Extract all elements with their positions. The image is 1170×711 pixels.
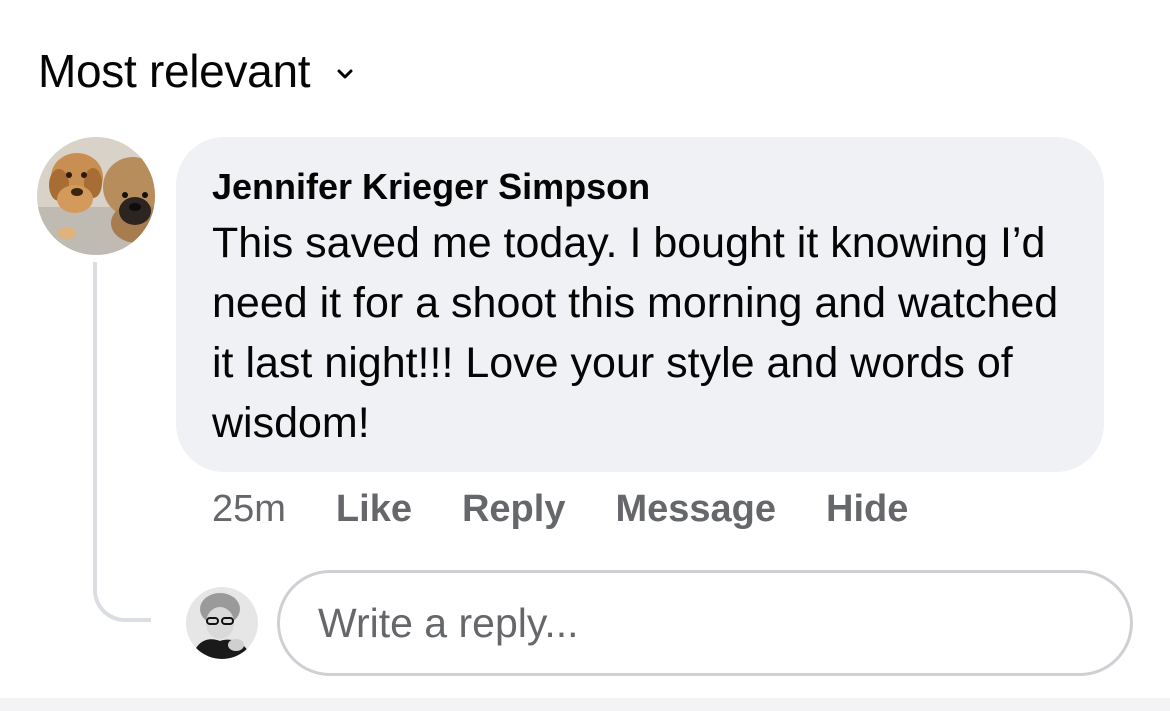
reply-input[interactable] — [316, 598, 1130, 648]
comment-author[interactable]: Jennifer Krieger Simpson — [212, 163, 650, 211]
current-user-avatar[interactable] — [186, 587, 258, 659]
comment-text: This saved me today. I bought it knowing… — [212, 219, 1059, 447]
commenter-avatar[interactable] — [37, 137, 155, 255]
bottom-divider — [0, 698, 1170, 711]
reply-button[interactable]: Reply — [462, 488, 565, 531]
like-button[interactable]: Like — [336, 488, 412, 531]
sort-label: Most relevant — [38, 45, 311, 97]
sort-dropdown[interactable]: Most relevant — [38, 44, 354, 98]
dogs-avatar-image — [37, 137, 155, 255]
thread-connector-line — [93, 262, 151, 622]
user-avatar-image — [186, 587, 258, 659]
reply-input-container[interactable] — [277, 570, 1133, 676]
hide-button[interactable]: Hide — [826, 488, 908, 531]
comment-actions: 25m Like Reply Message Hide — [212, 488, 908, 531]
chevron-down-icon — [337, 69, 353, 79]
message-button[interactable]: Message — [615, 488, 776, 531]
comment-timestamp[interactable]: 25m — [212, 488, 286, 531]
comment-bubble: Jennifer Krieger Simpson This saved me t… — [176, 137, 1104, 472]
